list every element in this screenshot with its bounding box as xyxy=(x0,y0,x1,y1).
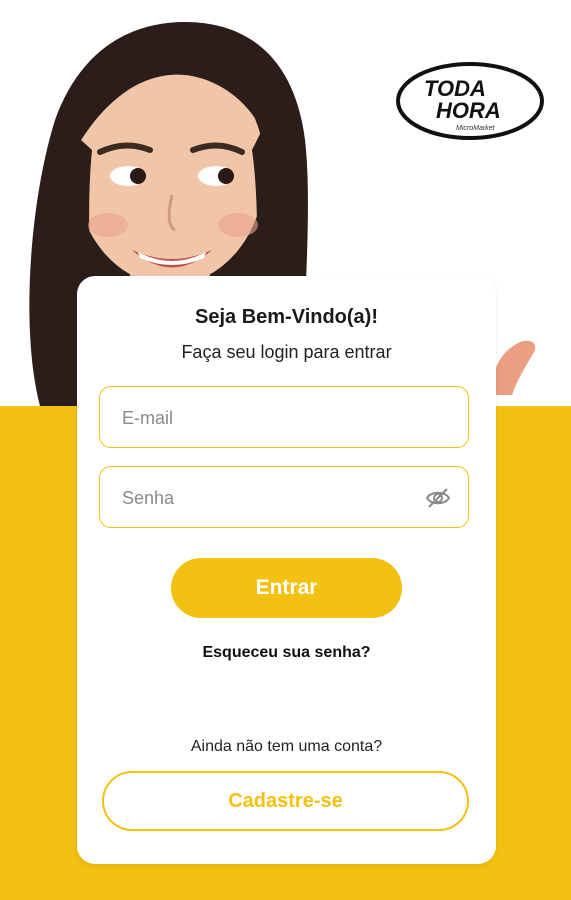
register-button[interactable]: Cadastre-se xyxy=(102,771,469,831)
login-button[interactable]: Entrar xyxy=(171,558,402,618)
no-account-text: Ainda não tem uma conta? xyxy=(190,738,383,755)
welcome-title: Seja Bem-Vindo(a)! xyxy=(195,306,378,328)
forgot-password-link[interactable]: Esqueceu sua senha? xyxy=(77,644,496,662)
svg-text:HORA: HORA xyxy=(436,98,501,123)
email-field[interactable] xyxy=(99,386,469,449)
toda-hora-logo: TODA HORA MicroMarket xyxy=(396,62,544,140)
email-input[interactable] xyxy=(120,387,404,449)
password-input[interactable] xyxy=(120,467,404,529)
password-field[interactable] xyxy=(99,466,469,529)
svg-text:MicroMarket: MicroMarket xyxy=(456,125,496,132)
eye-off-icon[interactable] xyxy=(424,484,452,512)
login-subtitle: Faça seu login para entrar xyxy=(181,342,392,362)
login-card: Seja Bem-Vindo(a)! Faça seu login para e… xyxy=(77,276,496,864)
